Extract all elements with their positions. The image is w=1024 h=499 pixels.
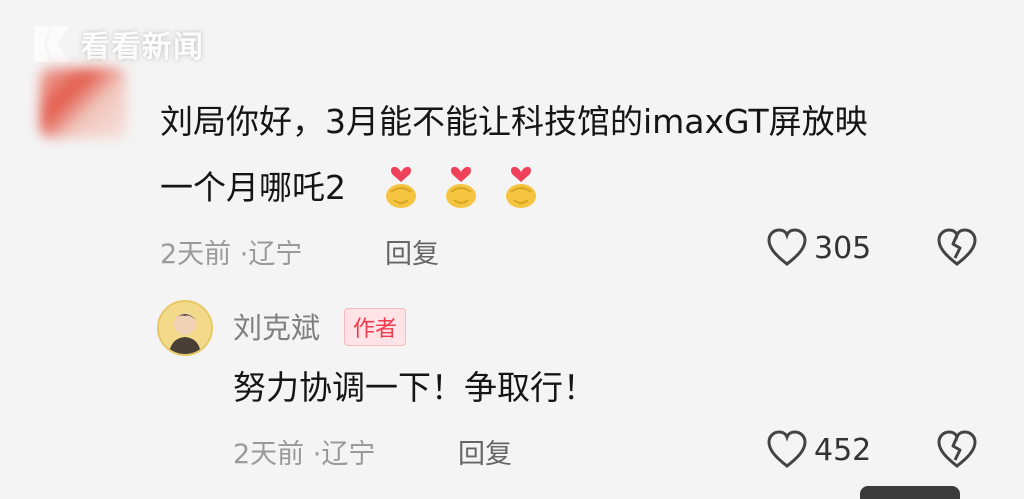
- reply-location: 辽宁: [321, 439, 376, 470]
- finger-heart-emoji: [506, 166, 536, 208]
- broken-heart-icon: [937, 228, 977, 266]
- reply-reply-button[interactable]: 回复: [458, 432, 512, 471]
- watermark-logo-icon: [30, 22, 74, 66]
- watermark: 看看新闻: [30, 22, 204, 66]
- heart-outline-icon: [767, 430, 807, 468]
- reply-text: 努力协调一下！争取行！: [233, 368, 596, 407]
- watermark-text: 看看新闻: [80, 30, 204, 65]
- bottom-overlay: [860, 486, 960, 499]
- commenter-avatar[interactable]: [40, 68, 126, 138]
- reply-author-avatar[interactable]: [157, 300, 213, 356]
- reply-like-button[interactable]: 452: [766, 430, 871, 470]
- reply-meta: 2天前 ·辽宁: [233, 432, 375, 471]
- comment-dislike-button[interactable]: [936, 228, 978, 272]
- comment-meta: 2天前 ·辽宁: [160, 232, 302, 271]
- author-badge: 作者: [344, 308, 407, 346]
- emoji-row: [382, 160, 540, 210]
- comment-location: 辽宁: [248, 239, 303, 270]
- comment-time: 2天前: [160, 239, 232, 270]
- reply-time: 2天前: [233, 439, 305, 470]
- broken-heart-icon: [937, 430, 977, 468]
- finger-heart-emoji: [446, 166, 476, 208]
- comment-reply-button[interactable]: 回复: [385, 232, 439, 271]
- heart-outline-icon: [767, 228, 807, 266]
- comment-text-line1: 刘局你好，3月能不能让科技馆的imaxGT屏放映: [160, 102, 868, 141]
- comment-like-button[interactable]: 305: [766, 228, 871, 268]
- reply-author-name[interactable]: 刘克斌: [233, 305, 320, 347]
- finger-heart-emoji: [386, 166, 416, 208]
- comment-text-line2: 一个月哪吒2: [160, 168, 346, 207]
- comment-like-count: 305: [814, 230, 872, 266]
- reply-like-count: 452: [814, 432, 872, 468]
- reply-dislike-button[interactable]: [936, 430, 978, 474]
